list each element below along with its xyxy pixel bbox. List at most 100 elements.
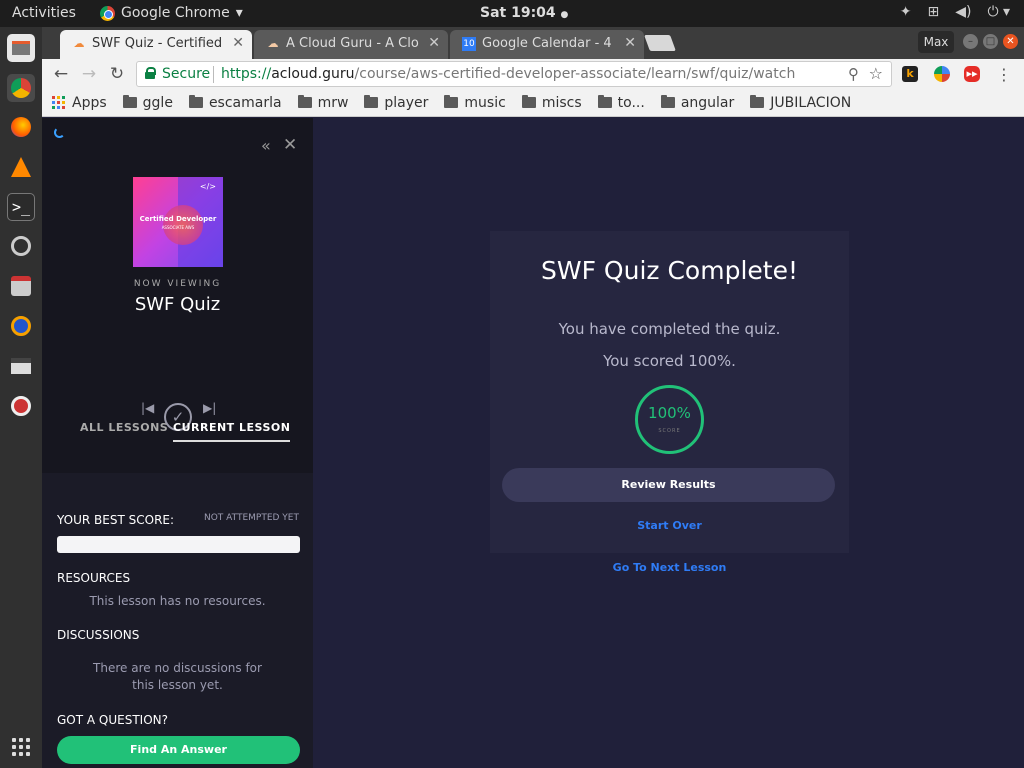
- folder-icon: [521, 95, 536, 108]
- lesson-title: SWF Quiz: [134, 294, 221, 315]
- folder-icon: [188, 95, 203, 108]
- forward-icon[interactable]: →: [78, 63, 100, 85]
- dock: >_: [0, 27, 42, 768]
- close-icon[interactable]: ✕: [428, 35, 440, 51]
- bookmark-folder[interactable]: escamarla: [188, 95, 282, 111]
- tab-a-cloud-guru[interactable]: ☁ A Cloud Guru - A Clo ✕: [254, 30, 448, 59]
- start-over-link[interactable]: Start Over: [490, 519, 849, 532]
- cloud-icon: ☁: [73, 37, 85, 50]
- terminal-icon[interactable]: >_: [7, 193, 35, 221]
- discussions-heading: DISCUSSIONS: [57, 628, 140, 642]
- thumbnail-title: Certified Developer: [139, 215, 217, 223]
- bookmark-star-icon[interactable]: ☆: [869, 64, 883, 83]
- score-label: SCORE: [658, 428, 681, 434]
- bookmark-folder[interactable]: music: [444, 95, 506, 111]
- headphones-icon[interactable]: [7, 312, 35, 340]
- resources-empty-message: This lesson has no resources.: [89, 594, 266, 608]
- folder-icon: [597, 95, 612, 108]
- clapper-icon[interactable]: [7, 352, 35, 380]
- best-score-bar: [57, 536, 300, 553]
- collapse-sidebar-icon[interactable]: «: [261, 136, 271, 155]
- bookmark-folder[interactable]: mrw: [297, 95, 348, 111]
- chevron-down-icon: ▾: [235, 5, 243, 21]
- address-bar[interactable]: Secure https://acloud.guru/course/aws-ce…: [136, 61, 892, 87]
- volume-icon[interactable]: ◀): [955, 4, 971, 20]
- thumbnail-subtitle: ASSOCIATE AWS: [161, 225, 195, 230]
- app-menu[interactable]: Google Chrome ▾: [100, 5, 243, 21]
- cloud-icon: ☁: [267, 37, 279, 50]
- status-badge: NOT ATTEMPTED YET: [203, 513, 299, 523]
- folder-icon: [122, 95, 137, 108]
- bookmark-folder[interactable]: to...: [597, 95, 645, 111]
- app-name: Google Chrome: [121, 5, 230, 21]
- power-icon[interactable]: ⏻ ▾: [987, 4, 1010, 20]
- chrome-icon[interactable]: [7, 74, 35, 102]
- download-icon[interactable]: [7, 272, 35, 300]
- vlc-icon[interactable]: [7, 153, 35, 181]
- folder-icon: [444, 95, 459, 108]
- zoom-icon[interactable]: ⚲: [848, 65, 859, 83]
- next-lesson-icon[interactable]: ▶|: [203, 401, 216, 415]
- tab-swf-quiz[interactable]: ☁ SWF Quiz - Certified ✕: [60, 30, 252, 59]
- tools-icon[interactable]: [7, 392, 35, 420]
- review-results-button[interactable]: Review Results: [502, 468, 835, 502]
- tab-google-calendar[interactable]: 10 Google Calendar - 4 ✕: [450, 30, 644, 59]
- course-thumbnail: </> Certified Developer ASSOCIATE AWS: [133, 177, 223, 267]
- maximize-icon[interactable]: □: [983, 34, 998, 49]
- score-value: 100%: [648, 404, 691, 422]
- chrome-menu-icon[interactable]: ⋮: [996, 65, 1012, 84]
- tab-strip: ☁ SWF Quiz - Certified ✕ ☁ A Cloud Guru …: [42, 27, 1024, 59]
- clock[interactable]: Sat 19:04 ●: [480, 5, 568, 21]
- dropbox-icon[interactable]: ✦: [900, 4, 912, 20]
- network-icon[interactable]: ⊞: [927, 4, 939, 20]
- bookmark-folder[interactable]: miscs: [521, 95, 582, 111]
- previous-lesson-icon[interactable]: |◀: [141, 401, 154, 415]
- minimize-icon[interactable]: –: [963, 34, 978, 49]
- page-content: « ✕ </> Certified Developer ASSOCIATE AW…: [42, 118, 1024, 768]
- chrome-window: ☁ SWF Quiz - Certified ✕ ☁ A Cloud Guru …: [42, 27, 1024, 768]
- apps-icon: [52, 95, 66, 110]
- keeper-extension-icon[interactable]: k: [902, 66, 918, 82]
- back-icon[interactable]: ←: [50, 63, 72, 85]
- discussions-empty-message: There are no discussions for this lesson…: [93, 661, 262, 692]
- youtube-extension-icon[interactable]: ▸▸: [964, 66, 980, 82]
- close-window-icon[interactable]: ✕: [1003, 34, 1018, 49]
- bookmark-apps[interactable]: Apps: [52, 95, 107, 111]
- bookmark-folder[interactable]: angular: [660, 95, 734, 111]
- updater-icon[interactable]: [7, 232, 35, 260]
- lesson-sidebar: « ✕ </> Certified Developer ASSOCIATE AW…: [42, 118, 313, 768]
- notification-dot-icon: ●: [560, 10, 569, 20]
- system-tray[interactable]: ✦ ⊞ ◀) ⏻ ▾: [900, 4, 1010, 20]
- folder-icon: [660, 95, 675, 108]
- bookmark-folder[interactable]: player: [364, 95, 428, 111]
- close-icon[interactable]: ✕: [624, 35, 636, 51]
- activities-button[interactable]: Activities: [12, 5, 76, 21]
- bookmark-folder[interactable]: JUBILACION: [750, 95, 851, 111]
- new-tab-button[interactable]: [644, 35, 676, 51]
- tab-all-lessons[interactable]: ALL LESSONS: [80, 421, 168, 434]
- close-icon[interactable]: ✕: [283, 135, 297, 155]
- show-applications-icon[interactable]: [12, 738, 30, 756]
- secure-label: Secure: [162, 66, 211, 82]
- divider: [213, 66, 214, 83]
- lesson-details: YOUR BEST SCORE: NOT ATTEMPTED YET RESOU…: [42, 473, 313, 768]
- close-icon[interactable]: ✕: [232, 35, 244, 51]
- loading-spinner-icon: [54, 127, 65, 138]
- tab-current-lesson[interactable]: CURRENT LESSON: [173, 421, 291, 442]
- question-heading: GOT A QUESTION?: [57, 713, 168, 727]
- files-icon[interactable]: [7, 34, 35, 62]
- reload-icon[interactable]: ↻: [106, 63, 128, 85]
- url-text: https://acloud.guru/course/aws-certified…: [221, 66, 796, 82]
- now-viewing-label: NOW VIEWING: [133, 279, 222, 289]
- bookmarks-bar: Apps ggle escamarla mrw player music mis…: [42, 89, 1024, 117]
- bookmark-folder[interactable]: ggle: [122, 95, 173, 111]
- best-score-heading: YOUR BEST SCORE:: [57, 513, 175, 527]
- firefox-icon[interactable]: [7, 113, 35, 141]
- scored-message: You scored 100%.: [603, 352, 736, 370]
- completed-message: You have completed the quiz.: [558, 320, 781, 338]
- find-answer-button[interactable]: Find An Answer: [57, 736, 300, 764]
- quiz-complete-card: SWF Quiz Complete! You have completed th…: [490, 231, 849, 553]
- next-lesson-link[interactable]: Go To Next Lesson: [490, 561, 849, 574]
- colorful-extension-icon[interactable]: [934, 66, 950, 82]
- max-button[interactable]: Max: [918, 31, 954, 53]
